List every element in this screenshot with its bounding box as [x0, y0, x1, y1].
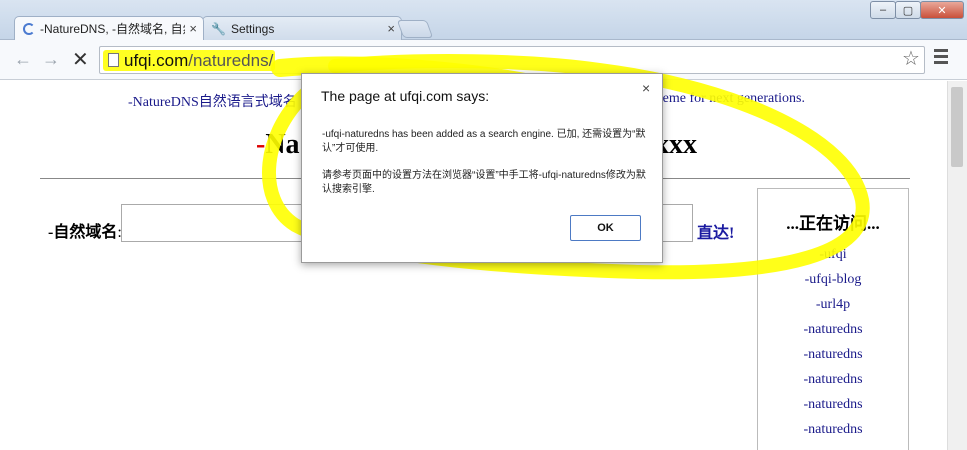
page-title-left: -Na: [256, 129, 300, 161]
visiting-title: ...正在访问...: [786, 214, 880, 233]
visiting-item[interactable]: -naturedns: [758, 347, 908, 372]
tab-naturedns[interactable]: -NatureDNS, -自然域名, 自然 ×: [14, 16, 204, 40]
stop-loading-icon[interactable]: ✕: [72, 47, 89, 72]
search-label: -自然域名:: [48, 218, 122, 242]
tab-settings[interactable]: 🔧 Settings ×: [202, 16, 402, 40]
tagline-right[interactable]: scheme for next generations.: [644, 91, 805, 107]
page-scrollbar[interactable]: [947, 81, 967, 450]
title-dash: -: [256, 129, 266, 160]
tab-title: Settings: [230, 21, 275, 36]
visiting-item[interactable]: -ufqi-blog: [758, 272, 908, 297]
dialog-message-2: 请参考页面中的设置方法在浏览器“设置”中手工将-ufqi-naturedns修改…: [322, 170, 646, 195]
forward-arrow-icon[interactable]: →: [42, 49, 60, 70]
bookmark-star-icon[interactable]: ☆: [902, 46, 920, 71]
visiting-item[interactable]: -naturedns: [758, 422, 908, 447]
new-tab-button[interactable]: [396, 20, 434, 38]
visiting-item[interactable]: -naturedns: [758, 397, 908, 422]
tab-close-icon[interactable]: ×: [189, 21, 197, 36]
menu-icon[interactable]: [934, 49, 948, 67]
ok-button[interactable]: OK: [570, 215, 641, 241]
tab-close-icon[interactable]: ×: [387, 21, 395, 36]
visiting-item[interactable]: -naturedns: [758, 372, 908, 397]
visiting-panel: ...正在访问... -ufqi -ufqi-blog -url4p -natu…: [757, 188, 909, 450]
minimize-button[interactable]: –: [870, 1, 896, 19]
tab-title: -NatureDNS, -自然域名, 自然: [40, 22, 186, 36]
search-label-text: -自然域名: [48, 224, 118, 241]
wrench-icon: 🔧: [211, 21, 226, 36]
dialog-title: The page at ufqi.com says:: [321, 88, 490, 104]
window-close-button[interactable]: ✕: [920, 1, 964, 19]
visiting-item[interactable]: -url4p: [758, 297, 908, 322]
go-link[interactable]: 直达!: [697, 219, 734, 243]
loading-spinner-icon: [23, 22, 35, 35]
title-text: Na: [265, 129, 300, 160]
visiting-item[interactable]: -ufqi: [758, 247, 908, 272]
visiting-item[interactable]: -naturedns: [758, 322, 908, 347]
visiting-list: -ufqi -ufqi-blog -url4p -naturedns -natu…: [758, 247, 908, 447]
page-icon: [108, 53, 119, 67]
dialog-close-icon[interactable]: ×: [642, 80, 650, 96]
back-arrow-icon[interactable]: ←: [14, 49, 32, 70]
url-path: /naturedns/: [188, 51, 274, 70]
tagline-left[interactable]: -NatureDNS自然语言式域名: [128, 91, 297, 111]
maximize-button[interactable]: ▢: [895, 1, 921, 19]
scrollbar-thumb[interactable]: [951, 87, 963, 167]
alert-dialog: The page at ufqi.com says: × -ufqi-natur…: [301, 73, 663, 263]
browser-titlebar: -NatureDNS, -自然域名, 自然 × 🔧 Settings × – ▢…: [0, 0, 967, 40]
address-bar[interactable]: ufqi.com/naturedns/: [99, 46, 925, 74]
url-host: ufqi.com: [124, 51, 189, 70]
dialog-message-1: -ufqi-naturedns has been added as a sear…: [322, 129, 646, 154]
url-text: ufqi.com/naturedns/: [124, 51, 273, 71]
